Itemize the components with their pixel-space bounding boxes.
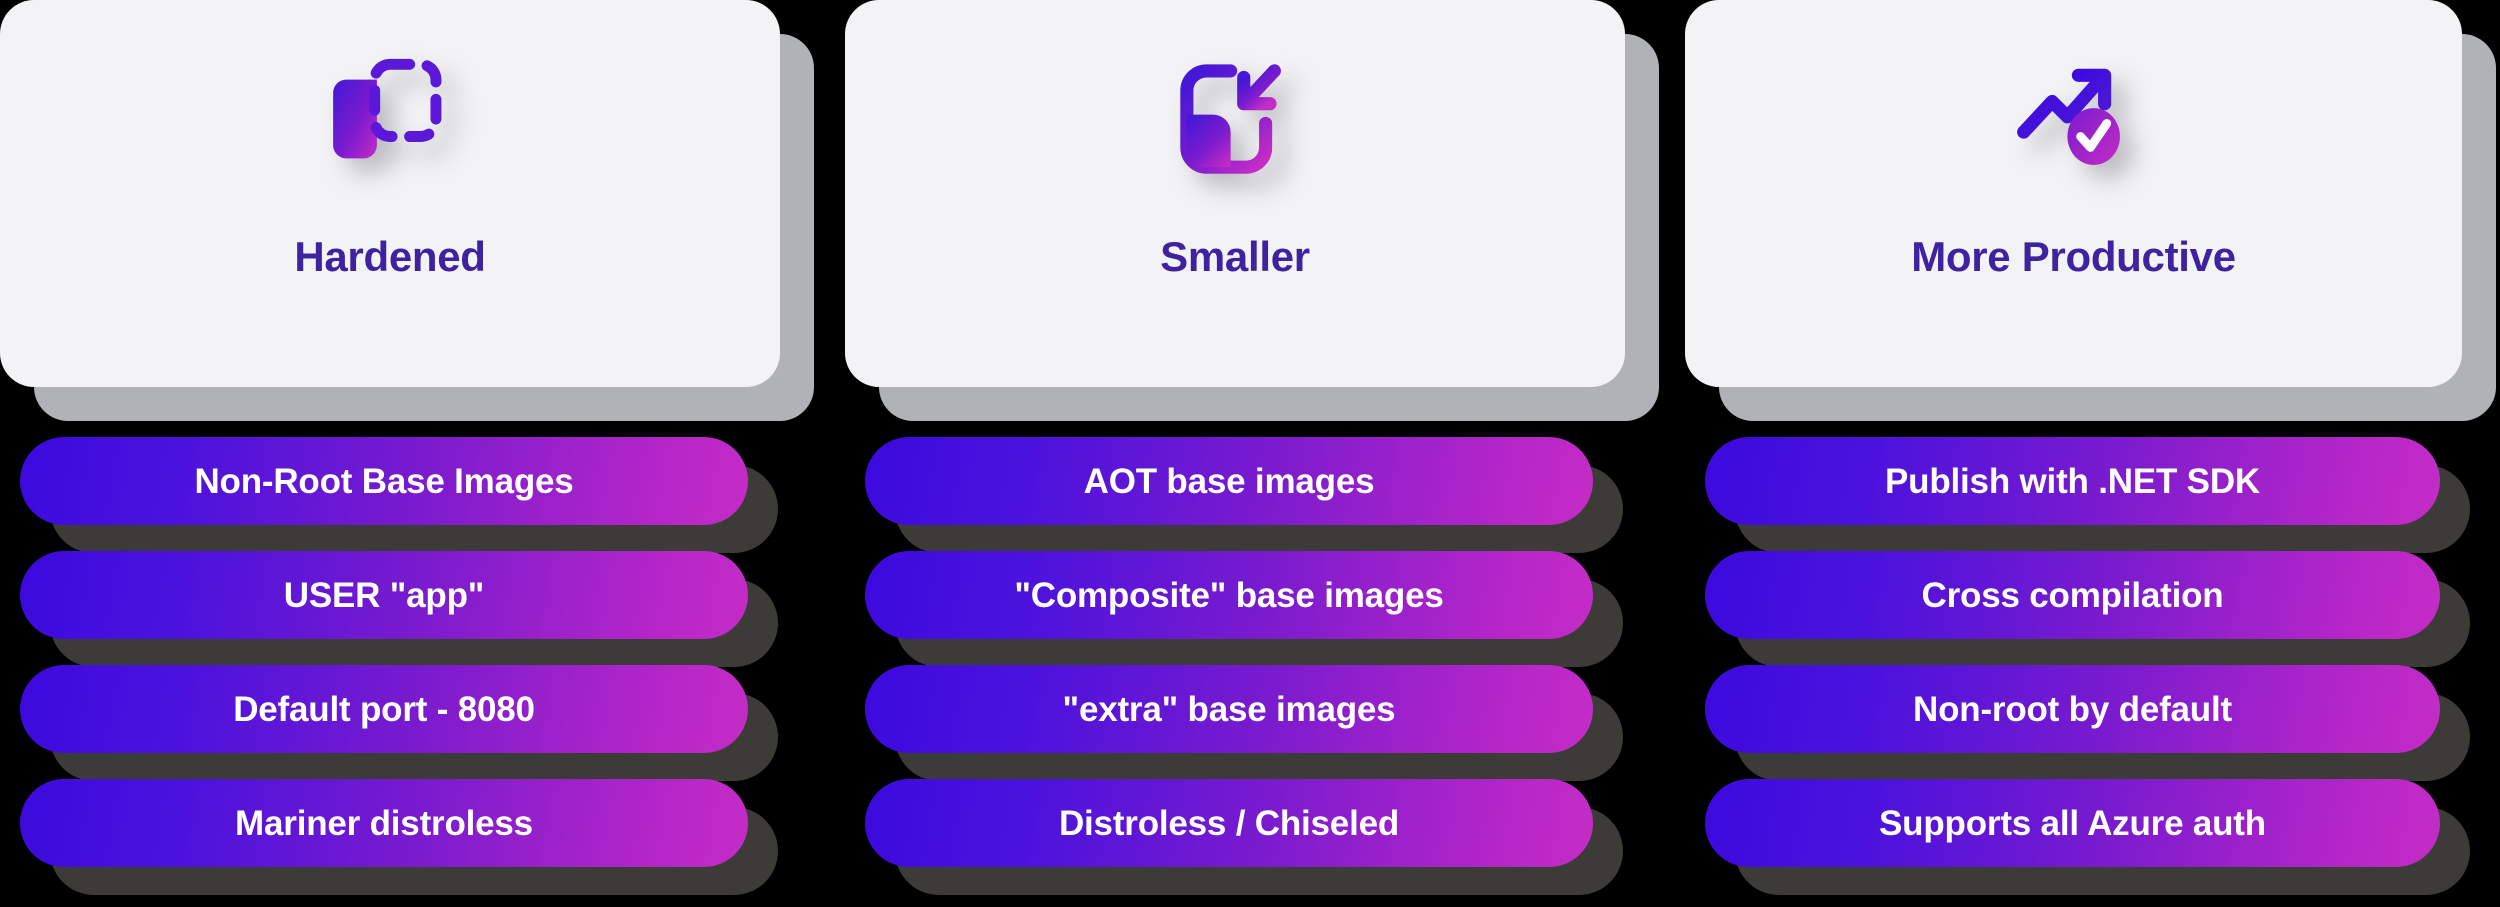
pill-item[interactable]: Distroless / Chiseled [865, 779, 1623, 895]
pill-label: Distroless / Chiseled [1058, 803, 1400, 843]
pill-item[interactable]: Publish with .NET SDK [1705, 437, 2470, 553]
pill-surface[interactable]: Non-root by default [1705, 665, 2440, 753]
pill-item[interactable]: Non-Root Base Images [20, 437, 778, 553]
pill-item[interactable]: USER "app" [20, 551, 778, 667]
pill-surface[interactable]: Mariner distroless [20, 779, 748, 867]
pill-item[interactable]: "Composite" base images [865, 551, 1623, 667]
pill-label: Mariner distroless [235, 803, 533, 843]
card-surface: More Productive [1685, 0, 2462, 387]
pill-surface[interactable]: Distroless / Chiseled [865, 779, 1593, 867]
header-card-more-productive: More Productive [1685, 0, 2496, 421]
pill-label: AOT base images [1083, 461, 1375, 501]
pill-label: Default port - 8080 [233, 689, 535, 729]
pill-label: Cross compilation [1921, 575, 2224, 615]
trending-up-check-icon [1999, 44, 2149, 194]
pill-surface[interactable]: Publish with .NET SDK [1705, 437, 2440, 525]
pill-item[interactable]: Non-root by default [1705, 665, 2470, 781]
pill-label: "Composite" base images [1014, 575, 1444, 615]
pill-label: Non-Root Base Images [194, 461, 574, 501]
pill-label: "extra" base images [1062, 689, 1396, 729]
pill-surface[interactable]: Default port - 8080 [20, 665, 748, 753]
card-title: More Productive [1911, 233, 2236, 280]
pill-item[interactable]: AOT base images [865, 437, 1623, 553]
column-smaller: Smaller AOT base images "Composite" base… [845, 0, 1660, 907]
card-surface: Smaller [845, 0, 1625, 387]
header-card-hardened: Hardened [0, 0, 814, 421]
copy-dashed-outline-icon [315, 44, 465, 194]
column-hardened: Hardened Non-Root Base Images USER "app"… [0, 0, 815, 907]
pill-item[interactable]: Mariner distroless [20, 779, 778, 895]
pill-surface[interactable]: "Composite" base images [865, 551, 1593, 639]
pill-list-more-productive: Publish with .NET SDK Cross compilation … [1705, 437, 2470, 895]
card-surface: Hardened [0, 0, 780, 387]
collapse-arrow-inward-icon [1160, 44, 1310, 194]
pill-item[interactable]: Supports all Azure auth [1705, 779, 2470, 895]
pill-surface[interactable]: "extra" base images [865, 665, 1593, 753]
pill-list-smaller: AOT base images "Composite" base images … [865, 437, 1635, 895]
pill-surface[interactable]: Cross compilation [1705, 551, 2440, 639]
pill-label: Publish with .NET SDK [1885, 461, 2260, 501]
header-card-smaller: Smaller [845, 0, 1659, 421]
pill-label: Non-root by default [1913, 689, 2232, 729]
column-more-productive: More Productive Publish with .NET SDK Cr… [1685, 0, 2500, 907]
pill-item[interactable]: Cross compilation [1705, 551, 2470, 667]
pill-label: USER "app" [283, 575, 485, 615]
pill-list-hardened: Non-Root Base Images USER "app" Default … [20, 437, 790, 895]
pill-surface[interactable]: Supports all Azure auth [1705, 779, 2440, 867]
card-title: Smaller [1160, 233, 1310, 280]
pill-item[interactable]: Default port - 8080 [20, 665, 778, 781]
card-title: Hardened [294, 233, 486, 280]
pill-surface[interactable]: AOT base images [865, 437, 1593, 525]
pill-item[interactable]: "extra" base images [865, 665, 1623, 781]
pill-label: Supports all Azure auth [1879, 803, 2266, 843]
pill-surface[interactable]: USER "app" [20, 551, 748, 639]
feature-columns-graphic: Hardened Non-Root Base Images USER "app"… [0, 0, 2500, 907]
pill-surface[interactable]: Non-Root Base Images [20, 437, 748, 525]
